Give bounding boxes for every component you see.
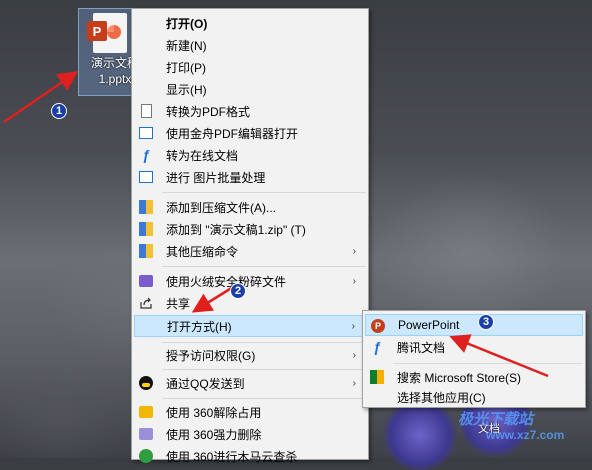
arrow-to-powerpoint (449, 334, 549, 378)
watermark-text: 极光下载站 (458, 411, 534, 428)
annotation-arrows (3, 71, 549, 378)
step-3-badge: 3 (478, 314, 494, 330)
step-2-badge: 2 (230, 283, 246, 299)
watermark-url: www.xz7.com (486, 428, 565, 442)
step-1-badge: 1 (51, 103, 67, 119)
